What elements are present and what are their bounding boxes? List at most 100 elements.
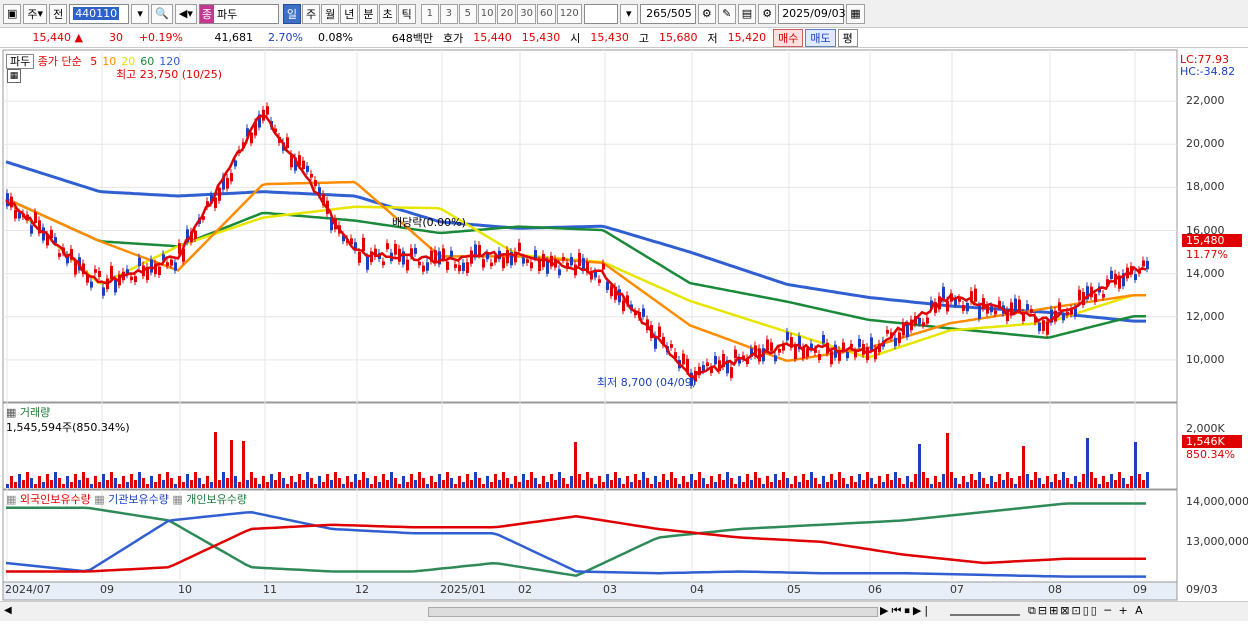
candle-body <box>454 264 457 268</box>
volume-bar <box>1126 484 1129 488</box>
period-tab-3[interactable]: 년 <box>340 3 359 24</box>
candle-body <box>130 276 133 281</box>
candle-body <box>1046 321 1049 335</box>
volume-bar <box>1070 484 1073 488</box>
volume-bar <box>1130 476 1133 488</box>
volume-bar <box>666 480 669 488</box>
period-tab-0[interactable]: 일 <box>282 3 301 24</box>
x-label-4: 12 <box>355 583 369 596</box>
volume-bar <box>230 440 233 488</box>
count-input[interactable]: 265 /505 <box>639 3 696 24</box>
interval-button-10[interactable]: 10 <box>477 3 497 24</box>
grid-toggle-icon[interactable]: ▦ <box>7 69 21 83</box>
volume-bar <box>838 472 841 488</box>
candle-body <box>886 330 889 334</box>
volume-value: 41,681 <box>214 31 254 44</box>
high-label: 고 <box>638 31 649 45</box>
prefix-button[interactable]: 전 <box>49 3 68 24</box>
candle-body <box>526 259 529 263</box>
volume-bar <box>126 482 129 488</box>
search-icon[interactable]: 🔍 <box>151 3 173 24</box>
type-select[interactable]: 주 ▾ <box>23 3 48 24</box>
buy-button[interactable]: 매수 <box>773 28 804 47</box>
volume-bar <box>118 484 121 488</box>
volume-current-pct: 850.34% <box>1186 448 1235 461</box>
scroll-left-icon[interactable]: ◀ <box>4 605 18 619</box>
volume-bar <box>474 472 477 488</box>
period-tab-4[interactable]: 분 <box>359 3 378 24</box>
volume-bar <box>542 476 545 488</box>
candle-body <box>462 262 465 272</box>
price-ytick-6: 10,000 <box>1186 352 1225 366</box>
interval-button-1[interactable]: 1 <box>420 3 439 24</box>
volume-bar <box>310 478 313 488</box>
chart-svg[interactable] <box>0 48 1248 621</box>
candle-body <box>490 262 493 267</box>
interval-button-5[interactable]: 5 <box>458 3 477 24</box>
interval-button-60[interactable]: 60 <box>536 3 556 24</box>
volume-bar <box>786 478 789 488</box>
avg-button[interactable]: 평 <box>837 28 858 47</box>
window-icon[interactable]: ▣ <box>3 3 22 24</box>
volume-bar <box>218 480 221 488</box>
candle-body <box>1078 289 1081 301</box>
candle-body <box>358 252 361 263</box>
volume-bar <box>174 484 177 488</box>
candle-body <box>10 196 13 208</box>
period-tab-6[interactable]: 틱 <box>397 3 416 24</box>
speaker-icon[interactable]: ◀▾ <box>174 3 197 24</box>
volume-bar <box>30 478 33 488</box>
playback-controls[interactable]: ▶⏮⏹▶| <box>880 604 931 618</box>
volume-bar <box>890 480 893 488</box>
scroll-thumb[interactable] <box>428 607 878 617</box>
sell-button[interactable]: 매도 <box>805 28 836 47</box>
period-tab-5[interactable]: 초 <box>378 3 397 24</box>
volume-bar <box>902 484 905 488</box>
candle-body <box>150 259 153 273</box>
volume-bar <box>698 472 701 488</box>
tool-icon[interactable]: ✎ <box>717 3 736 24</box>
interval-button-20[interactable]: 20 <box>497 3 517 24</box>
change-value: 30 <box>109 31 123 44</box>
volume-bar <box>782 472 785 488</box>
save-icon[interactable]: ▤ <box>737 3 757 24</box>
volume-bar <box>458 476 461 488</box>
candle-body <box>34 212 37 223</box>
volume-bar <box>274 480 277 488</box>
interval-button-3[interactable]: 3 <box>439 3 458 24</box>
volume-bar <box>942 474 945 488</box>
volume-bar <box>794 476 797 488</box>
zoom-slider[interactable] <box>950 608 1020 616</box>
price-tab[interactable]: 파두 <box>6 54 35 69</box>
volume-value: 1,545,594주(850.34%) <box>6 421 130 434</box>
date-input[interactable]: 2025/09/03 <box>778 3 846 24</box>
code-dropdown-icon[interactable]: ▾ <box>131 3 150 24</box>
volume-bar <box>14 482 17 488</box>
volume-bar <box>538 484 541 488</box>
candle-body <box>1062 314 1065 321</box>
interval-custom-input[interactable] <box>583 3 618 24</box>
candle-body <box>14 210 17 219</box>
interval-dropdown-icon[interactable]: ▾ <box>619 3 638 24</box>
candle-body <box>226 177 229 189</box>
code-input[interactable]: 440110 <box>69 3 130 24</box>
volume-bar <box>162 480 165 488</box>
volume-bar <box>250 472 253 488</box>
high-annotation: 최고 23,750 (10/25) <box>116 68 223 81</box>
candle-body <box>822 334 825 344</box>
interval-button-120[interactable]: 120 <box>556 3 582 24</box>
zoom-controls[interactable]: ⧉⊟⊞⊠⊡▯▯ ─ + A <box>1028 604 1145 618</box>
volume-bar <box>1034 472 1037 488</box>
period-tab-1[interactable]: 주 <box>302 3 321 24</box>
scroll-bar[interactable]: ◀ ▶⏮⏹▶| ⧉⊟⊞⊠⊡▯▯ ─ + A <box>0 601 1248 621</box>
settings-icon[interactable]: ⚙ <box>697 3 716 24</box>
name-field[interactable]: 종 파두 <box>198 3 279 24</box>
candle-body <box>134 276 137 283</box>
current-price-pct: 11.77% <box>1186 248 1228 261</box>
volume-bar <box>886 474 889 488</box>
period-tab-2[interactable]: 월 <box>321 3 340 24</box>
calendar-icon[interactable]: ▦ <box>846 3 865 24</box>
volume-bar <box>194 472 197 488</box>
interval-button-30[interactable]: 30 <box>517 3 536 24</box>
gear-icon[interactable]: ⚙ <box>758 3 777 24</box>
